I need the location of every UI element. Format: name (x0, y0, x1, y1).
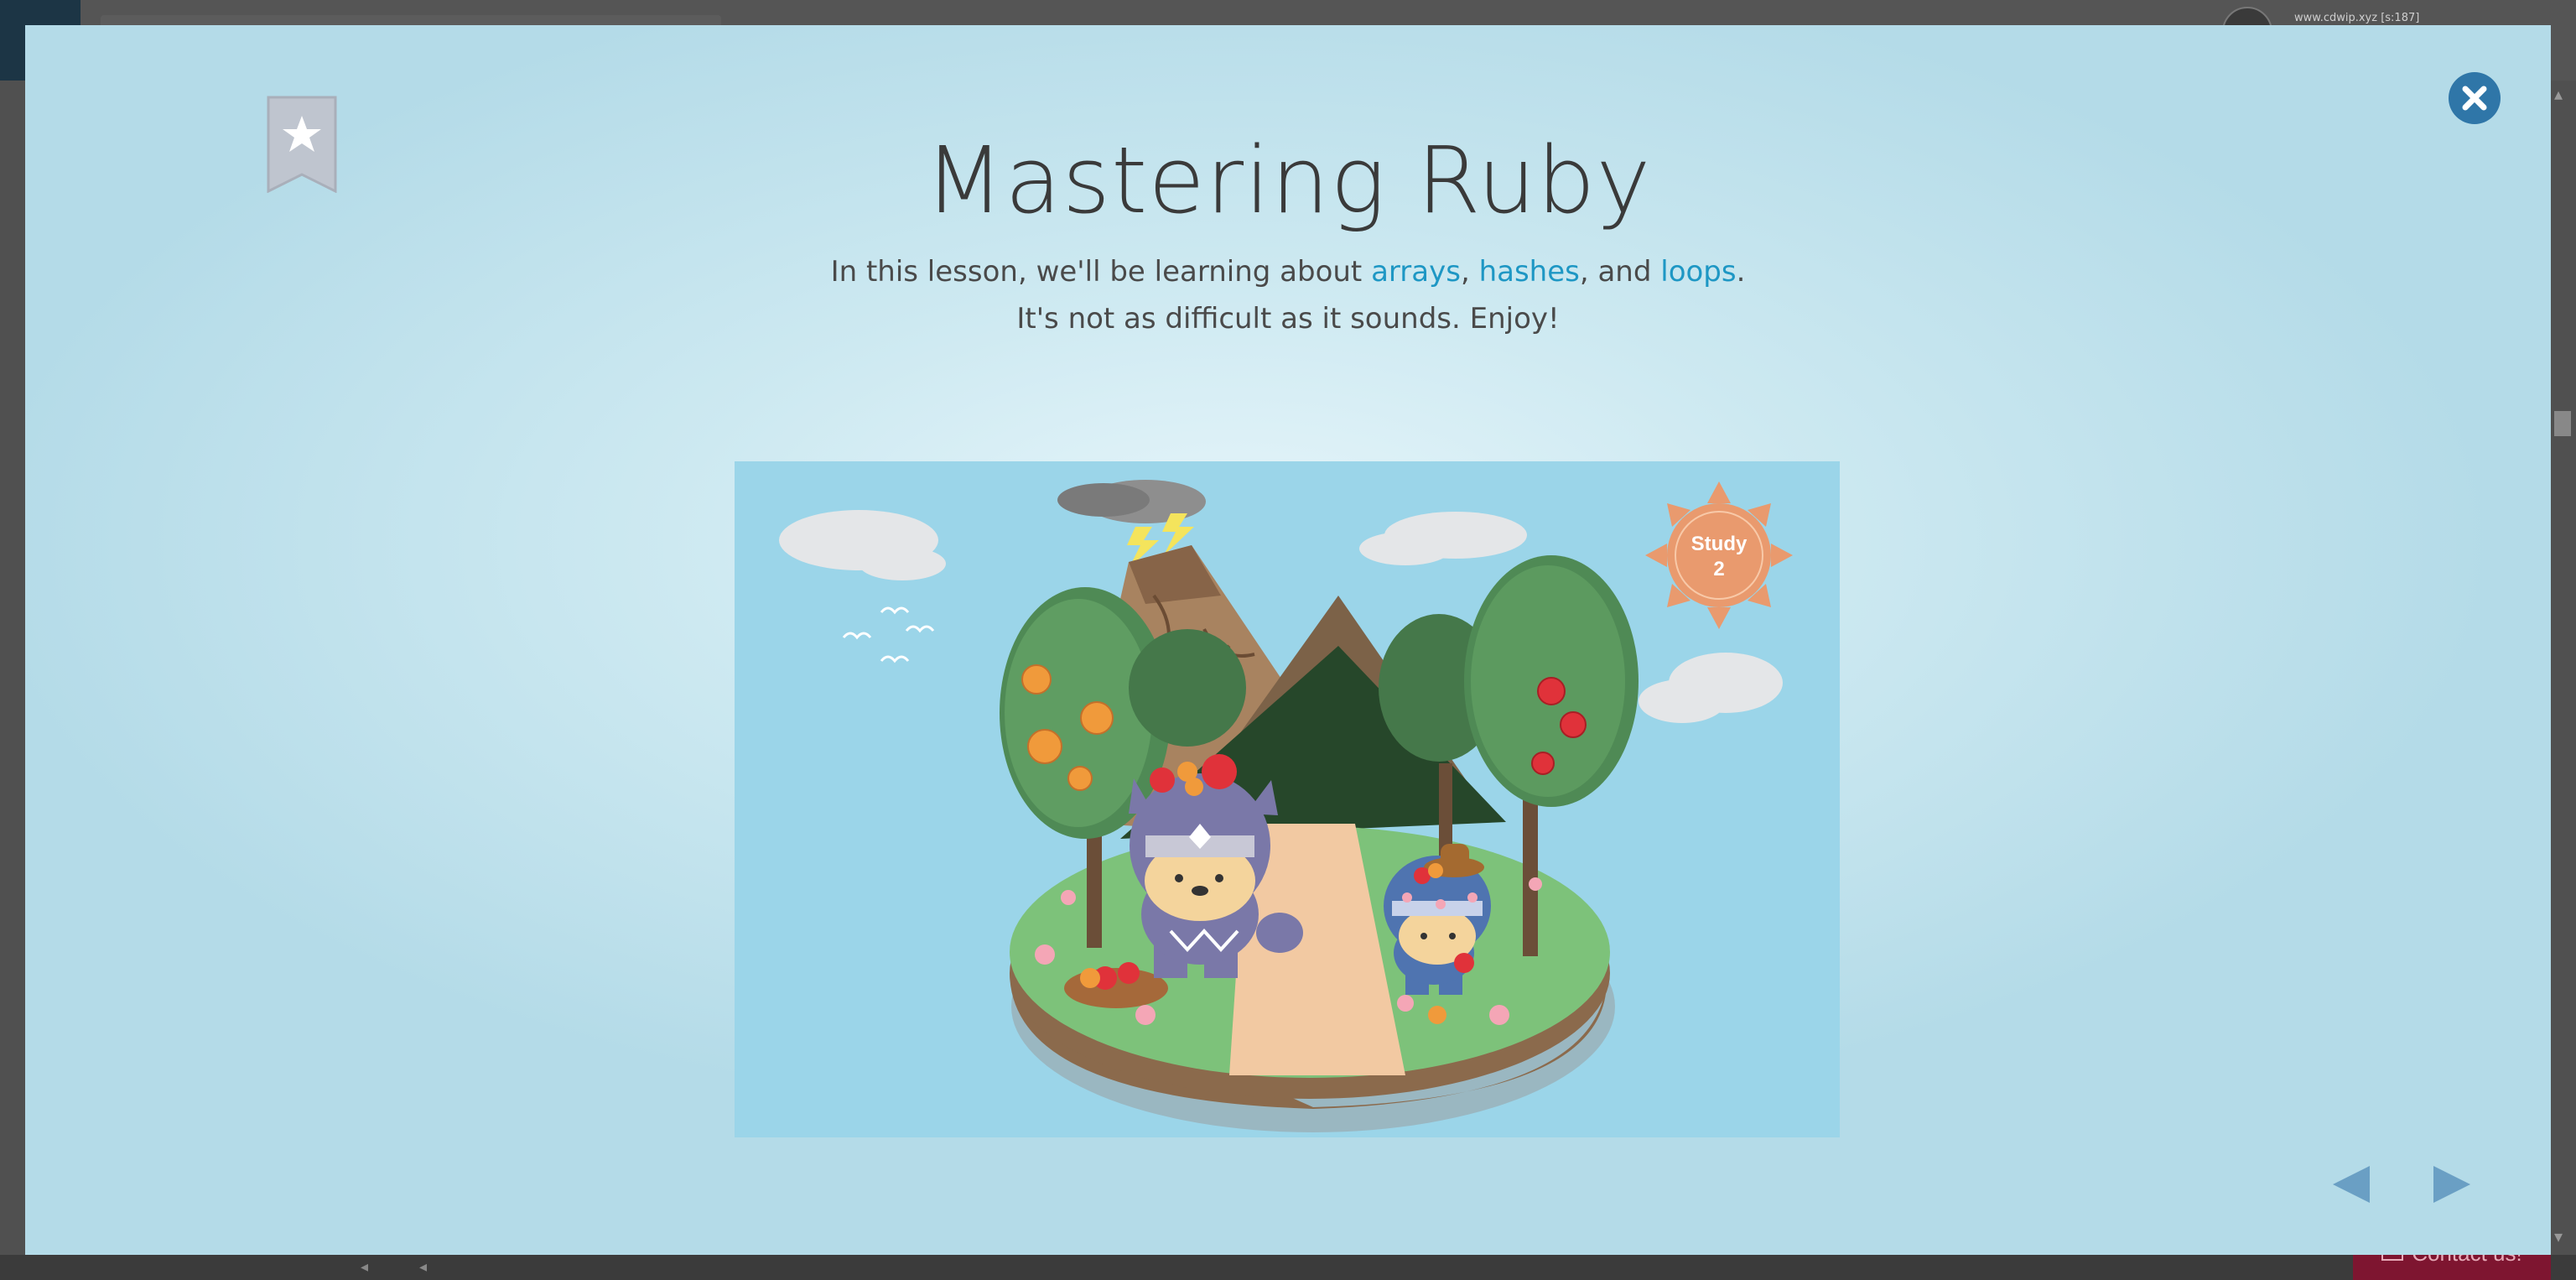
close-button[interactable] (2449, 72, 2501, 124)
ninja-island-illustration: Study 2 (779, 480, 1793, 1132)
scroll-left-icon: ◂ (419, 1258, 428, 1276)
page-title: Mastering Ruby (924, 127, 1652, 234)
triangle-right-icon (2433, 1166, 2470, 1203)
scroll-up-icon: ▴ (2554, 84, 2563, 104)
background-user-label: www.cdwip.xyz [s:187] (2294, 12, 2420, 24)
scroll-left-icon: ◂ (361, 1258, 369, 1276)
sun-label-line2: 2 (1713, 558, 1724, 580)
description-line-1: In this lesson, we'll be learning about … (25, 248, 2551, 295)
close-icon (2462, 86, 2487, 111)
topic-link-loops[interactable]: loops (1660, 255, 1736, 289)
triangle-left-icon (2333, 1166, 2370, 1203)
lesson-modal: Mastering Ruby In this lesson, we'll be … (25, 25, 2551, 1255)
previous-slide-button[interactable] (2326, 1158, 2376, 1211)
topic-link-hashes[interactable]: hashes (1479, 255, 1580, 289)
scrollbar-thumb (2554, 411, 2571, 436)
sun-label-line1: Study (1691, 533, 1748, 555)
lesson-description: In this lesson, we'll be learning about … (25, 248, 2551, 342)
study-sun: Study 2 (1645, 481, 1793, 629)
description-separator: , and (1579, 255, 1661, 289)
description-line-2: It's not as difficult as it sounds. Enjo… (1016, 302, 1560, 336)
next-slide-button[interactable] (2427, 1158, 2477, 1211)
topic-link-arrays[interactable]: arrays (1371, 255, 1461, 289)
description-separator: , (1460, 255, 1479, 289)
description-end: . (1736, 255, 1746, 289)
scroll-down-icon: ▾ (2554, 1226, 2563, 1246)
description-intro: In this lesson, we'll be learning about (830, 255, 1372, 289)
background-bottom-bar (0, 1255, 2576, 1280)
lesson-illustration: Study 2 (735, 461, 1840, 1137)
